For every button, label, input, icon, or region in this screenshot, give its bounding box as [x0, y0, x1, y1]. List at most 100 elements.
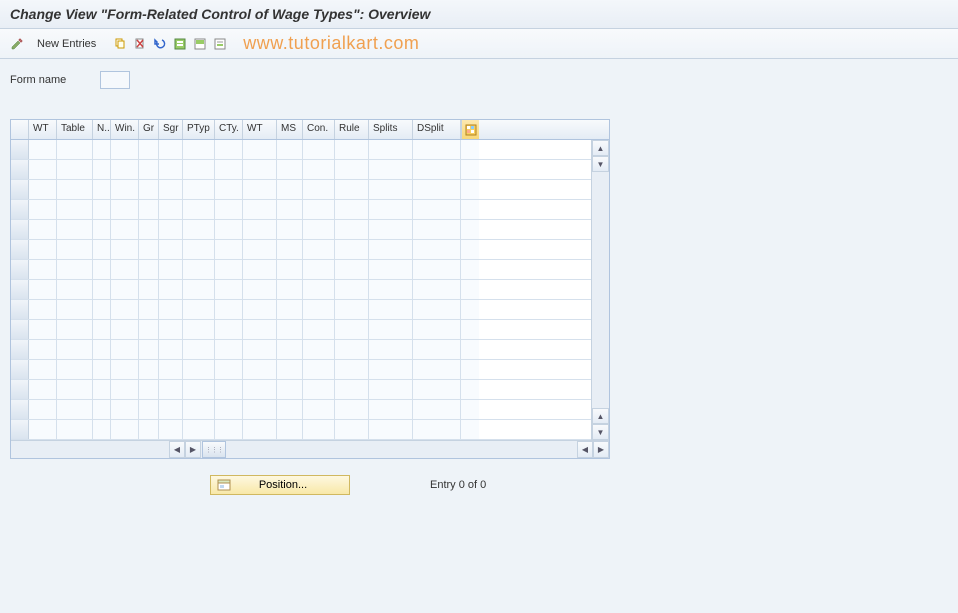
table-cell[interactable]	[215, 380, 243, 399]
table-cell[interactable]	[369, 300, 413, 319]
table-cell[interactable]	[29, 160, 57, 179]
table-cell[interactable]	[277, 420, 303, 439]
table-cell[interactable]	[303, 300, 335, 319]
table-cell[interactable]	[93, 200, 111, 219]
table-cell[interactable]	[29, 280, 57, 299]
table-cell[interactable]	[93, 220, 111, 239]
table-cell[interactable]	[303, 260, 335, 279]
table-cell[interactable]	[369, 180, 413, 199]
table-cell[interactable]	[57, 140, 93, 159]
column-header[interactable]: CTy.	[215, 120, 243, 139]
table-cell[interactable]	[93, 260, 111, 279]
table-cell[interactable]	[277, 180, 303, 199]
row-selector[interactable]	[11, 240, 29, 259]
table-cell[interactable]	[243, 360, 277, 379]
table-cell[interactable]	[139, 140, 159, 159]
table-cell[interactable]	[93, 360, 111, 379]
row-selector-header[interactable]	[11, 120, 29, 139]
table-cell[interactable]	[159, 180, 183, 199]
scroll-left-step-icon[interactable]: ◀	[577, 441, 593, 458]
table-cell[interactable]	[93, 320, 111, 339]
table-cell[interactable]	[413, 420, 461, 439]
row-selector[interactable]	[11, 340, 29, 359]
form-name-input[interactable]	[100, 71, 130, 89]
table-cell[interactable]	[111, 360, 139, 379]
table-cell[interactable]	[29, 340, 57, 359]
table-cell[interactable]	[335, 320, 369, 339]
table-cell[interactable]	[215, 140, 243, 159]
table-cell[interactable]	[139, 400, 159, 419]
table-cell[interactable]	[57, 280, 93, 299]
table-cell[interactable]	[111, 280, 139, 299]
table-cell[interactable]	[335, 340, 369, 359]
table-cell[interactable]	[159, 260, 183, 279]
table-cell[interactable]	[183, 360, 215, 379]
table-cell[interactable]	[277, 260, 303, 279]
table-cell[interactable]	[139, 280, 159, 299]
row-selector[interactable]	[11, 320, 29, 339]
table-cell[interactable]	[57, 200, 93, 219]
table-cell[interactable]	[335, 420, 369, 439]
row-selector[interactable]	[11, 200, 29, 219]
table-cell[interactable]	[111, 160, 139, 179]
table-cell[interactable]	[111, 140, 139, 159]
table-cell[interactable]	[277, 360, 303, 379]
table-cell[interactable]	[93, 240, 111, 259]
table-cell[interactable]	[215, 180, 243, 199]
table-cell[interactable]	[303, 180, 335, 199]
table-cell[interactable]	[369, 420, 413, 439]
table-cell[interactable]	[413, 380, 461, 399]
table-cell[interactable]	[413, 220, 461, 239]
column-header[interactable]: WT	[29, 120, 57, 139]
table-cell[interactable]	[335, 180, 369, 199]
table-cell[interactable]	[277, 320, 303, 339]
delete-icon[interactable]	[131, 35, 149, 53]
table-cell[interactable]	[57, 320, 93, 339]
table-cell[interactable]	[413, 340, 461, 359]
table-cell[interactable]	[139, 160, 159, 179]
copy-icon[interactable]	[111, 35, 129, 53]
table-cell[interactable]	[243, 300, 277, 319]
table-cell[interactable]	[183, 160, 215, 179]
position-button[interactable]: Position...	[210, 475, 350, 495]
table-cell[interactable]	[183, 380, 215, 399]
table-cell[interactable]	[139, 320, 159, 339]
undo-icon[interactable]	[151, 35, 169, 53]
table-cell[interactable]	[139, 260, 159, 279]
table-cell[interactable]	[277, 300, 303, 319]
table-cell[interactable]	[303, 360, 335, 379]
table-cell[interactable]	[303, 220, 335, 239]
table-cell[interactable]	[303, 280, 335, 299]
table-cell[interactable]	[369, 320, 413, 339]
table-cell[interactable]	[215, 340, 243, 359]
table-cell[interactable]	[413, 300, 461, 319]
table-cell[interactable]	[57, 400, 93, 419]
table-cell[interactable]	[413, 160, 461, 179]
table-cell[interactable]	[215, 400, 243, 419]
table-cell[interactable]	[29, 300, 57, 319]
table-cell[interactable]	[159, 360, 183, 379]
table-cell[interactable]	[277, 380, 303, 399]
table-cell[interactable]	[413, 400, 461, 419]
table-cell[interactable]	[159, 380, 183, 399]
table-cell[interactable]	[139, 360, 159, 379]
table-cell[interactable]	[93, 280, 111, 299]
table-cell[interactable]	[369, 160, 413, 179]
scroll-right-step-icon[interactable]: ▶	[185, 441, 201, 458]
table-cell[interactable]	[111, 240, 139, 259]
table-cell[interactable]	[303, 380, 335, 399]
table-cell[interactable]	[215, 160, 243, 179]
table-cell[interactable]	[29, 320, 57, 339]
row-selector[interactable]	[11, 180, 29, 199]
scroll-thumb[interactable]: ⋮⋮⋮	[202, 441, 226, 458]
table-cell[interactable]	[29, 360, 57, 379]
vertical-scrollbar[interactable]: ▲ ▼ ▲ ▼	[591, 140, 609, 440]
table-cell[interactable]	[139, 380, 159, 399]
table-cell[interactable]	[93, 140, 111, 159]
column-header[interactable]: Win.	[111, 120, 139, 139]
scroll-right-arrow-icon[interactable]: ▶	[593, 441, 609, 458]
table-cell[interactable]	[215, 260, 243, 279]
table-cell[interactable]	[243, 320, 277, 339]
row-selector[interactable]	[11, 380, 29, 399]
table-cell[interactable]	[413, 280, 461, 299]
